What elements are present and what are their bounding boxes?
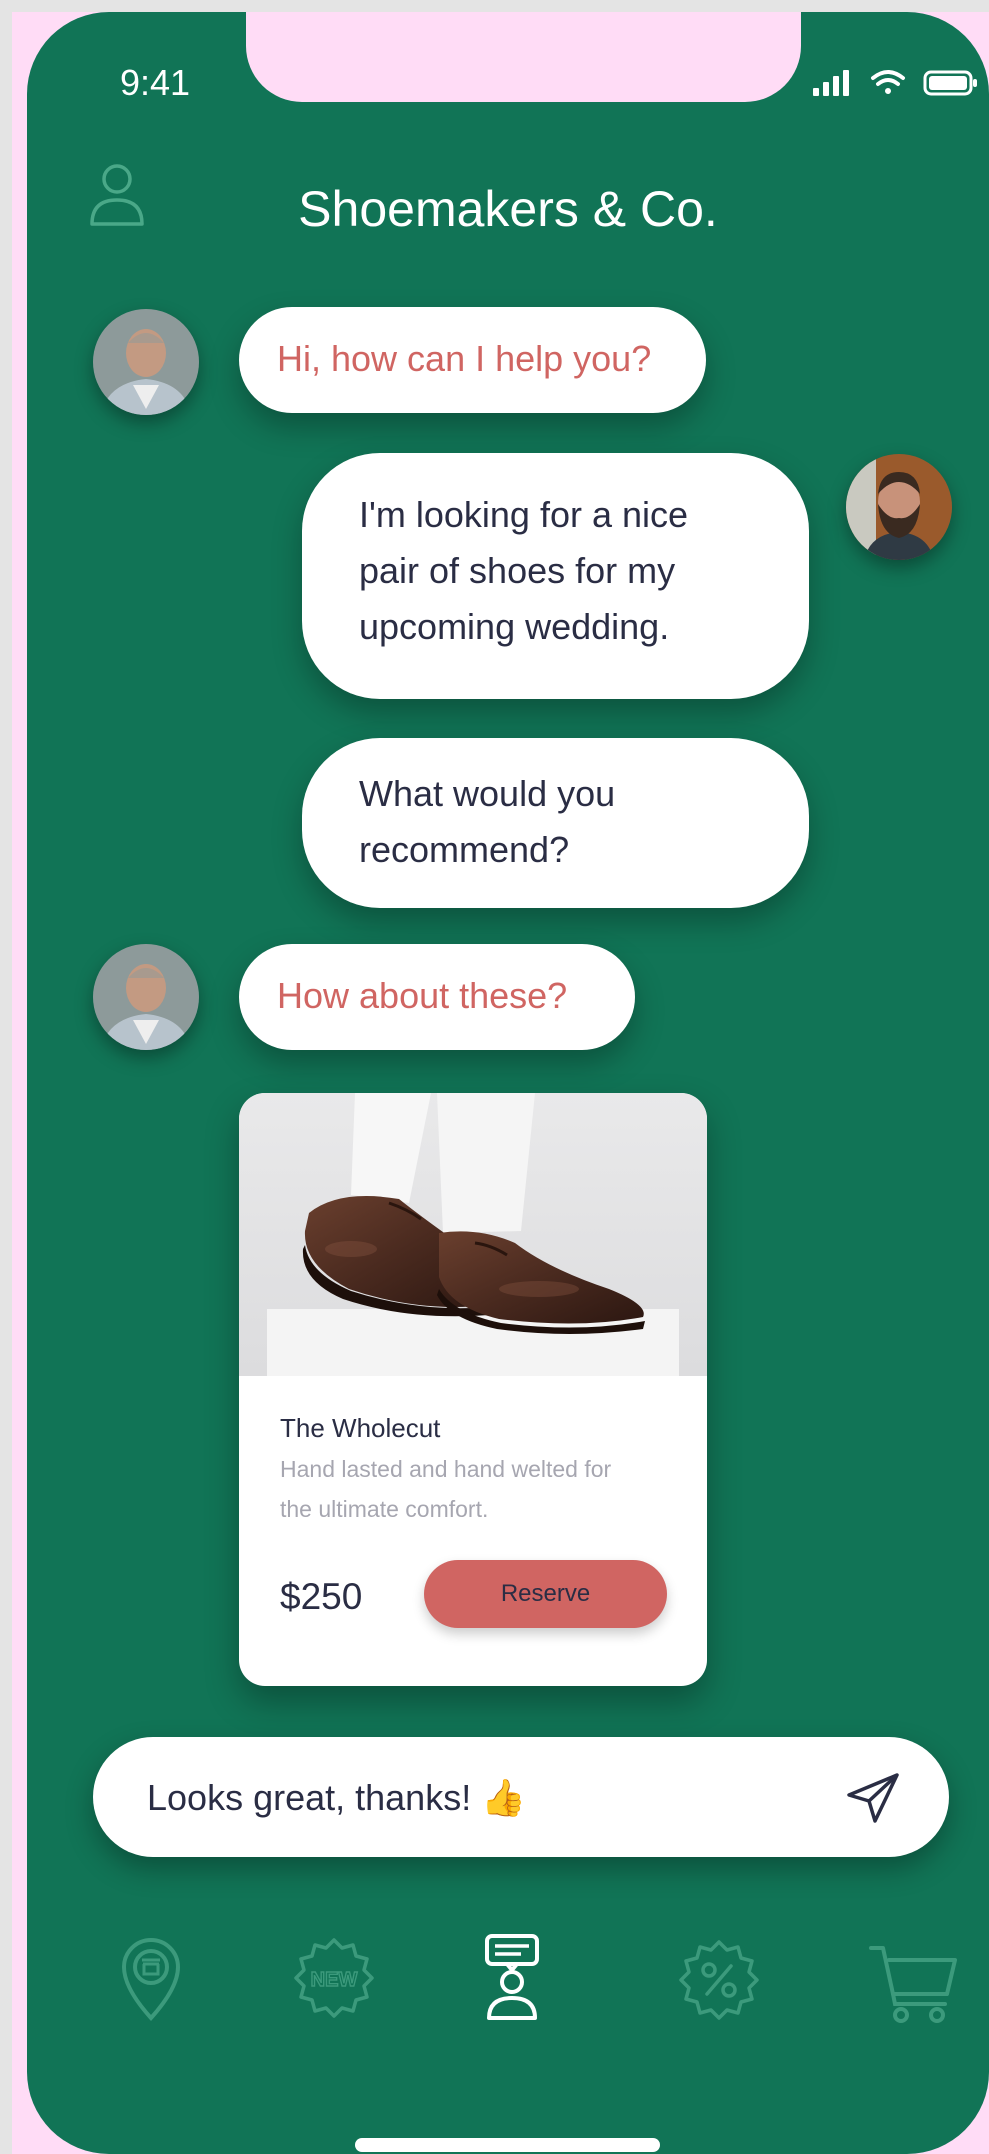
wifi-icon xyxy=(871,70,905,94)
status-icons xyxy=(799,64,989,104)
status-time: 9:41 xyxy=(120,62,191,103)
page-title: Shoemakers & Co. xyxy=(298,181,718,237)
message-line: pair of shoes for my xyxy=(359,550,676,591)
message-line: What would you xyxy=(359,773,616,814)
paper-plane-icon[interactable] xyxy=(845,1771,901,1825)
reserve-button[interactable]: Reserve xyxy=(424,1560,667,1628)
message-input[interactable] xyxy=(145,1767,839,1829)
cart-icon[interactable] xyxy=(869,1944,957,2024)
description-line: Hand lasted and hand welted for xyxy=(280,1456,612,1482)
canvas-edge-left xyxy=(0,0,12,2154)
chat-support-icon[interactable] xyxy=(481,1932,543,2022)
agent-message: Hi, how can I help you? xyxy=(239,307,706,413)
new-badge-label: NEW xyxy=(311,1969,358,1991)
product-card[interactable]: The Wholecut Hand lasted and hand welted… xyxy=(239,1093,707,1686)
user-avatar xyxy=(846,454,952,560)
product-name: The Wholecut xyxy=(280,1413,441,1443)
description-line: the ultimate comfort. xyxy=(280,1496,489,1522)
product-image xyxy=(239,1093,707,1376)
product-description: Hand lasted and hand welted for the ulti… xyxy=(280,1449,680,1529)
user-message: I'm looking for a nice pair of shoes for… xyxy=(302,453,809,699)
product-price: $250 xyxy=(280,1576,363,1617)
message-composer xyxy=(93,1737,949,1857)
canvas-edge-top xyxy=(0,0,989,12)
agent-avatar xyxy=(93,944,199,1050)
message-text: How about these? xyxy=(277,975,568,1016)
battery-icon xyxy=(923,70,977,96)
discount-badge-icon[interactable] xyxy=(677,1938,761,2022)
agent-message: How about these? xyxy=(239,944,635,1050)
message-line: I'm looking for a nice xyxy=(359,494,689,535)
new-badge-icon[interactable]: NEW xyxy=(292,1936,376,2020)
agent-avatar xyxy=(93,309,199,415)
message-text: Hi, how can I help you? xyxy=(277,338,652,379)
message-line: upcoming wedding. xyxy=(359,606,670,647)
message-line: recommend? xyxy=(359,829,570,870)
phone-screen: 9:41 Shoemakers & Co. Hi, how can I help… xyxy=(27,12,989,2154)
user-message: What would you recommend? xyxy=(302,738,809,908)
device-notch xyxy=(246,12,801,102)
store-location-icon[interactable] xyxy=(120,1936,182,2022)
signal-icon xyxy=(813,70,849,96)
home-indicator[interactable] xyxy=(355,2138,660,2152)
